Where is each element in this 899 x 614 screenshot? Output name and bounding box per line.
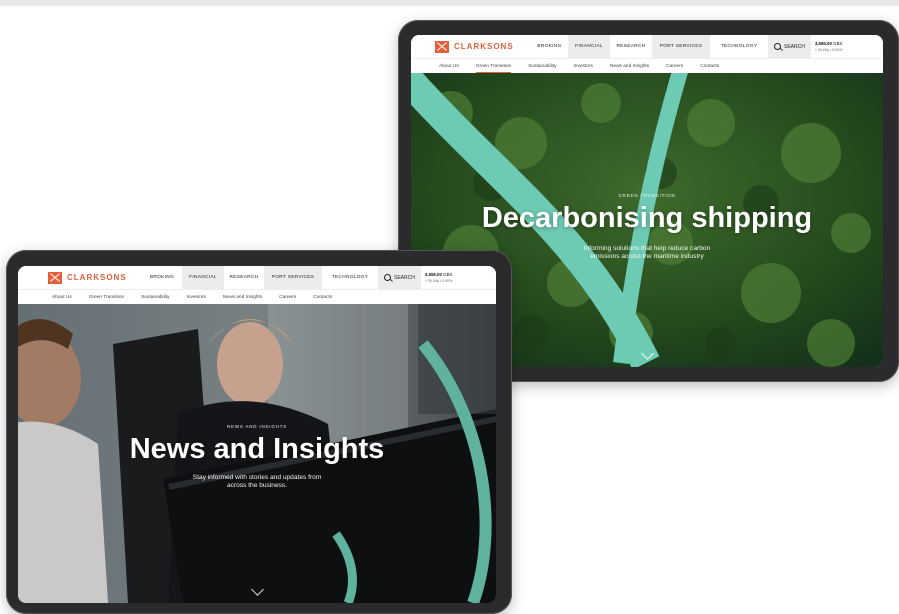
- subnav-sustainability[interactable]: Sustainability: [141, 295, 169, 300]
- hero-headline: Decarbonising shipping: [481, 202, 813, 234]
- screen-front: CLARKSONS BROKING FINANCIAL RESEARCH POR…: [18, 266, 496, 603]
- hero-eyebrow: GREEN TRANSITION: [618, 193, 676, 198]
- subnav: About Us Green Transition Sustainability…: [411, 58, 883, 73]
- nav-item-financial[interactable]: FINANCIAL: [568, 35, 610, 58]
- top-strip: [0, 0, 899, 6]
- hero-eyebrow: NEWS AND INSIGHTS: [226, 424, 288, 429]
- clarksons-logo-icon: [48, 271, 62, 284]
- clarksons-logo-icon: [435, 40, 449, 53]
- share-price-change: + 00.00p • 0.00%: [424, 278, 453, 283]
- search-icon: [774, 43, 781, 50]
- nav-item-broking[interactable]: BROKING: [531, 35, 568, 58]
- subnav-about[interactable]: About Us: [439, 64, 459, 69]
- subnav-news[interactable]: News and Insights: [223, 295, 262, 300]
- nav-item-technology[interactable]: TECHNOLOGY: [710, 35, 768, 58]
- nav-item-financial[interactable]: FINANCIAL: [182, 266, 224, 289]
- search-label: SEARCH: [784, 43, 805, 50]
- subnav-sustainability[interactable]: Sustainability: [528, 64, 556, 69]
- share-price-change: + 00.00p • 0.00%: [814, 47, 843, 52]
- logo-text: CLARKSONS: [454, 42, 514, 51]
- share-price-currency: GBX: [833, 40, 843, 46]
- share-price: 3,555.00 GBX + 00.00p • 0.00%: [811, 41, 843, 53]
- tablet-front: CLARKSONS BROKING FINANCIAL RESEARCH POR…: [6, 250, 512, 614]
- share-price-value: 3,555.00: [424, 271, 442, 277]
- subnav-green-transition[interactable]: Green Transition: [475, 64, 512, 73]
- subnav-contacts[interactable]: Contacts: [700, 64, 719, 69]
- subnav-investors[interactable]: Investors: [186, 295, 205, 300]
- subnav-contacts[interactable]: Contacts: [313, 295, 332, 300]
- subnav-careers[interactable]: Careers: [279, 295, 296, 300]
- logo[interactable]: CLARKSONS: [48, 271, 142, 284]
- nav-item-research[interactable]: RESEARCH: [224, 266, 264, 289]
- logo-text: CLARKSONS: [67, 273, 127, 282]
- share-price: 3,555.00 GBX + 00.00p • 0.00%: [421, 272, 453, 284]
- hero-headline: News and Insights: [129, 433, 385, 465]
- hero-description-line2: across the business.: [226, 482, 288, 489]
- search-label: SEARCH: [394, 274, 415, 281]
- hero-text-front: NEWS AND INSIGHTS News and Insights Stay…: [18, 424, 496, 490]
- share-price-currency: GBX: [443, 271, 453, 277]
- subnav-careers[interactable]: Careers: [666, 64, 683, 69]
- nav-item-broking[interactable]: BROKING: [142, 266, 182, 289]
- subnav: About Us Green Transition Sustainability…: [18, 289, 496, 304]
- hero-description-line1: Stay informed with stories and updates f…: [192, 474, 322, 481]
- nav-item-technology[interactable]: TECHNOLOGY: [322, 266, 378, 289]
- subnav-news[interactable]: News and Insights: [610, 64, 649, 69]
- search-button[interactable]: SEARCH: [378, 266, 421, 289]
- logo[interactable]: CLARKSONS: [435, 40, 531, 53]
- subnav-green-transition[interactable]: Green Transition: [89, 295, 124, 300]
- nav-item-port-services[interactable]: PORT SERVICES: [652, 35, 710, 58]
- search-button[interactable]: SEARCH: [768, 35, 811, 58]
- navbar: CLARKSONS BROKING FINANCIAL RESEARCH POR…: [18, 266, 496, 289]
- hero-news-insights: NEWS AND INSIGHTS News and Insights Stay…: [18, 304, 496, 603]
- subnav-investors[interactable]: Investors: [573, 64, 592, 69]
- subnav-about[interactable]: About Us: [52, 295, 72, 300]
- search-icon: [384, 274, 391, 281]
- nav-item-research[interactable]: RESEARCH: [610, 35, 652, 58]
- share-price-value: 3,555.00: [814, 40, 832, 46]
- nav-item-port-services[interactable]: PORT SERVICES: [264, 266, 322, 289]
- navbar: CLARKSONS BROKING FINANCIAL RESEARCH POR…: [411, 35, 883, 58]
